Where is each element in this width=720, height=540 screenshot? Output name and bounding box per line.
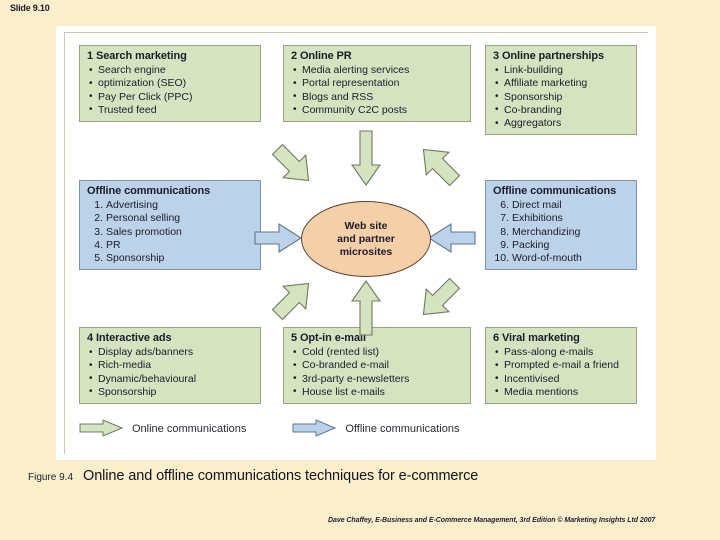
box-interactive-ads: 4 Interactive ads Display ads/banners Ri… — [79, 327, 261, 405]
legend-arrow-online-icon — [79, 418, 124, 440]
box-title: 3 Online partnerships — [493, 50, 604, 62]
list-item: 1. Advertising — [94, 199, 158, 212]
list-item: Portal representation — [291, 77, 463, 90]
list-item: Community C2C posts — [291, 103, 463, 117]
box-list: Search engine optimization (SEO) Pay Per… — [87, 64, 253, 117]
arrow-pr-to-center — [351, 129, 381, 187]
center-node-line3: microsites — [339, 245, 393, 258]
figure-caption-number: Figure 9.4 — [28, 472, 74, 483]
list-item: 2. Personal selling — [94, 212, 181, 225]
legend-label-offline: Offline communications — [345, 423, 460, 435]
box-title: 4 Interactive ads — [87, 332, 172, 344]
list-item: Pay Per Click (PPC) — [87, 90, 253, 104]
list-item: 3rd-party e-newsletters — [291, 372, 463, 386]
list-item: Cold (rented list) — [291, 346, 463, 359]
box-list: Pass-along e-mails Prompted e-mail a fri… — [493, 346, 629, 399]
list-item: 6. Direct mail — [500, 199, 562, 212]
legend-item-offline: Offline communications — [292, 418, 460, 440]
box-title: 1 Search marketing — [87, 50, 187, 62]
list-item-continuation: optimization (SEO) — [87, 77, 253, 90]
footer-credit: Dave Chaffey, E-Business and E-Commerce … — [328, 517, 656, 524]
arrow-optin-to-center — [351, 279, 381, 337]
legend-arrow-offline-icon — [292, 418, 337, 440]
center-node-line1: Web site — [344, 219, 388, 232]
arrow-offline1-to-center — [253, 222, 303, 254]
list-item: Trusted feed — [87, 103, 253, 117]
list-item: Media mentions — [493, 385, 629, 399]
list-item: House list e-mails — [291, 385, 463, 399]
list-item: Blogs and RSS — [291, 90, 463, 104]
slide-number: Slide 9.10 — [10, 3, 50, 13]
arrow-offline2-to-center — [427, 222, 477, 254]
box-title: 6 Viral marketing — [493, 332, 580, 344]
list-item: Link-building — [493, 64, 629, 77]
list-item: Dynamic/behavioural — [87, 372, 253, 386]
box-offline-communications-right: Offline communications 6. Direct mail 7. E… — [485, 180, 637, 271]
box-list: 6. Direct mail 7. Exhibitions 8. Merchandiz… — [493, 199, 629, 265]
legend-item-online: Online communications — [79, 418, 247, 440]
list-item: Media alerting services — [291, 64, 463, 77]
list-item: Display ads/banners — [87, 346, 253, 359]
box-list: Link-building Affiliate marketing Sponso… — [493, 64, 629, 130]
box-title: 2 Online PR — [291, 50, 352, 62]
list-item: Co-branding — [493, 103, 629, 117]
arrow-search-to-center — [267, 139, 319, 191]
figure-panel: 1 Search marketing Search engine optimiz… — [56, 26, 656, 460]
box-opt-in-email: 5 Opt-in e-mail Cold (rented list) Co-br… — [283, 327, 471, 405]
box-list: 1. Advertising 2. Personal selling 3. Sales… — [87, 199, 253, 265]
center-node-line2: and partner — [337, 232, 395, 245]
box-online-pr: 2 Online PR Media alerting services Port… — [283, 45, 471, 123]
arrow-ads-to-center — [267, 273, 319, 325]
list-item: 4. PR — [94, 238, 121, 251]
figure-caption-title: Online and offline communications techni… — [83, 468, 479, 484]
box-list: Display ads/banners Rich-media Dynamic/b… — [87, 346, 253, 399]
box-title: Offline communications — [87, 185, 211, 197]
box-offline-communications-left: Offline communications 1. Advertising 2. P… — [79, 180, 261, 271]
list-item: Pass-along e-mails — [493, 346, 629, 359]
box-title: Offline communications — [493, 185, 617, 197]
center-node-website: Web site and partner microsites — [301, 201, 431, 277]
arrow-partnerships-to-center — [413, 139, 465, 191]
list-item: 10. Word-of-mouth — [494, 252, 582, 265]
figure-inner-frame: 1 Search marketing Search engine optimiz… — [64, 32, 648, 454]
list-item: Co-branded e-mail — [291, 359, 463, 372]
arrow-viral-to-center — [413, 273, 465, 325]
list-item: 5. Sponsorship — [94, 252, 165, 265]
list-item: Sponsorship — [87, 385, 253, 399]
box-online-partnerships: 3 Online partnerships Link-building Affi… — [485, 45, 637, 136]
list-item: 8. Merchandizing — [500, 225, 581, 238]
list-item: 7. Exhibitions — [500, 212, 563, 225]
legend: Online communications Offline communicat… — [79, 416, 639, 442]
figure-caption: Figure 9.4 Online and offline communicat… — [28, 468, 478, 484]
list-item: Aggregators — [493, 117, 629, 130]
list-item: Sponsorship — [493, 90, 629, 104]
list-item: 9. Packing — [500, 238, 550, 251]
list-item: Incentivised — [493, 372, 629, 386]
box-search-marketing: 1 Search marketing Search engine optimiz… — [79, 45, 261, 123]
list-item: Affiliate marketing — [493, 77, 629, 90]
list-item: Prompted e-mail a friend — [493, 359, 629, 372]
box-list: Cold (rented list) Co-branded e-mail 3rd… — [291, 346, 463, 399]
list-item: Rich-media — [87, 359, 253, 372]
list-item: Search engine — [87, 64, 253, 77]
legend-label-online: Online communications — [132, 423, 247, 435]
list-item: 3. Sales promotion — [94, 225, 182, 238]
box-list: Media alerting services Portal represent… — [291, 64, 463, 117]
box-viral-marketing: 6 Viral marketing Pass-along e-mails Pro… — [485, 327, 637, 405]
